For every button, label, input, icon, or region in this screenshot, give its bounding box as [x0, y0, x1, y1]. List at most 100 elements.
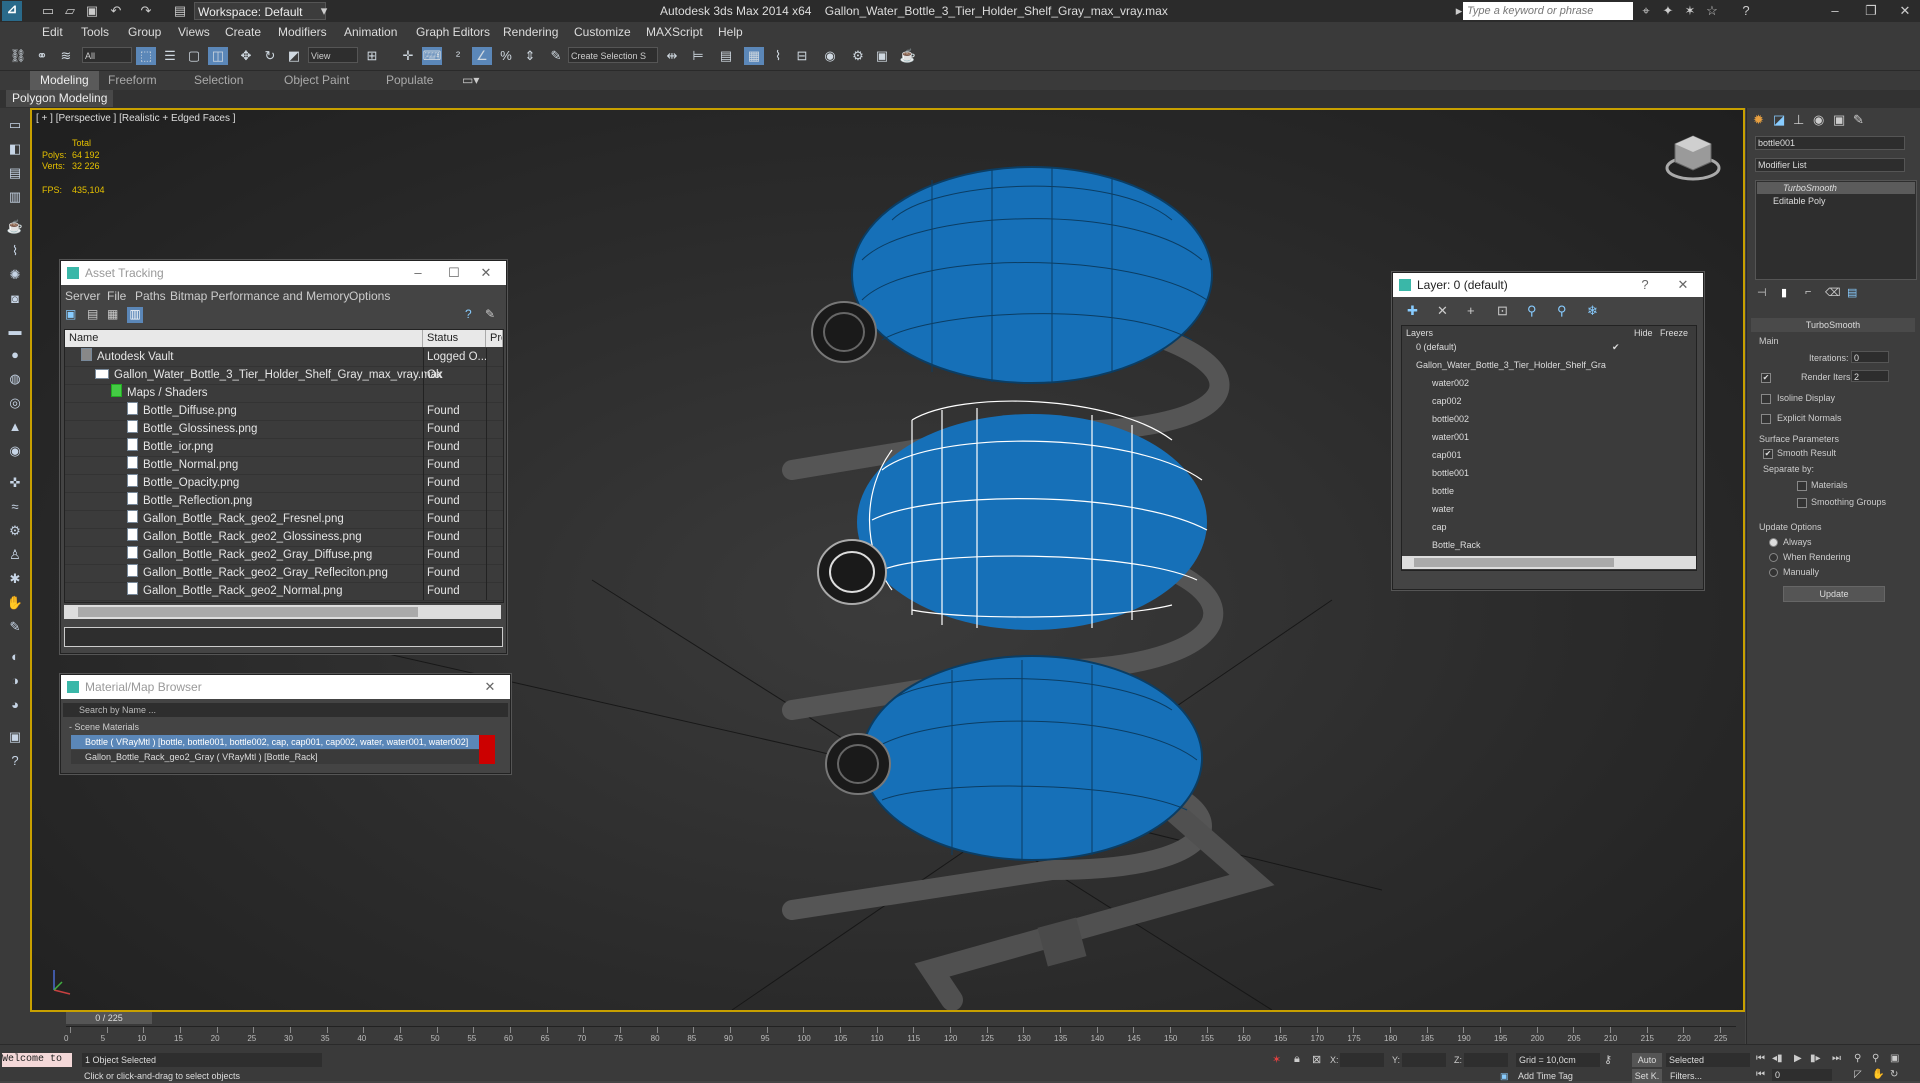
rotate-icon[interactable]: ↻: [260, 47, 280, 65]
torus-icon[interactable]: ◎: [6, 394, 24, 412]
help-icon[interactable]: ?: [465, 307, 472, 321]
material-editor-icon[interactable]: ◉: [820, 47, 840, 65]
layers-icon[interactable]: ▥: [6, 188, 24, 206]
render-production-icon[interactable]: ☕: [898, 47, 918, 65]
schematic-view-icon[interactable]: ⊟: [792, 47, 812, 65]
menu-modifiers[interactable]: Modifiers: [278, 25, 327, 39]
menu-maxscript[interactable]: MAXScript: [646, 25, 703, 39]
bind-space-warp-icon[interactable]: ≋: [56, 47, 76, 65]
field-of-view-icon[interactable]: ◸: [1854, 1069, 1862, 1080]
set-key-button[interactable]: Set K.: [1632, 1069, 1662, 1083]
table-row[interactable]: Gallon_Bottle_Rack_geo2_Normal.png Found: [65, 582, 503, 601]
shapes-icon[interactable]: ⌇: [6, 242, 24, 260]
pivot-center-icon[interactable]: ⊞: [362, 47, 382, 65]
isolate-icon[interactable]: ✶: [1272, 1053, 1281, 1066]
material-search-input[interactable]: Search by Name ...: [63, 703, 508, 717]
object-name-field[interactable]: bottle001: [1755, 136, 1905, 150]
select-manipulate-icon[interactable]: ✛: [398, 47, 418, 65]
percent-snap-icon[interactable]: %: [496, 47, 516, 65]
current-frame-field[interactable]: 0: [1772, 1069, 1832, 1081]
column-name[interactable]: Name: [65, 330, 423, 347]
lock-icon[interactable]: 🔒︎: [1294, 1053, 1300, 1066]
workspace-dropdown[interactable]: Workspace: Default: [194, 2, 326, 20]
select-object-icon[interactable]: ⬚: [136, 47, 156, 65]
selection-filter-dropdown[interactable]: All: [82, 47, 132, 63]
viewport-icon[interactable]: ▭: [6, 116, 24, 134]
helper-icon[interactable]: ✜: [6, 474, 24, 492]
undo-icon[interactable]: ↶: [108, 3, 124, 19]
menu-options[interactable]: Options: [349, 289, 390, 303]
table-row[interactable]: Gallon_Bottle_Rack_geo2_Gray_Diffuse.png…: [65, 546, 503, 565]
tab-object-paint[interactable]: Object Paint: [274, 71, 359, 90]
camera-icon[interactable]: ◙: [6, 290, 24, 308]
z-coordinate-field[interactable]: [1464, 1053, 1508, 1067]
time-slider[interactable]: 0 / 225: [66, 1012, 152, 1024]
box-icon[interactable]: ▬: [6, 322, 24, 340]
layer-row[interactable]: bottle002: [1402, 410, 1696, 428]
layer-row[interactable]: Gallon_Water_Bottle_3_Tier_Holder_Shelf_…: [1402, 356, 1696, 374]
create-tab-icon[interactable]: ✹: [1753, 112, 1764, 128]
geosphere-icon[interactable]: ◉: [6, 442, 24, 460]
close-button[interactable]: ✕: [476, 675, 504, 699]
edit-named-selection-icon[interactable]: ✎: [546, 47, 566, 65]
select-by-name-icon[interactable]: ☰: [160, 47, 180, 65]
delete-layer-icon[interactable]: ✕: [1437, 303, 1448, 319]
named-selection-dropdown[interactable]: Create Selection S: [568, 47, 658, 63]
redo-icon[interactable]: ↷: [138, 3, 154, 19]
snaps-toggle-icon[interactable]: ²: [448, 47, 468, 65]
minimize-button[interactable]: –: [404, 261, 432, 285]
utilities-tab-icon[interactable]: ✎: [1853, 112, 1864, 128]
mirror-icon[interactable]: ⇹: [662, 47, 682, 65]
play-icon[interactable]: ▶: [1794, 1053, 1802, 1064]
display-tab-icon[interactable]: ▣: [1833, 112, 1845, 128]
table-row[interactable]: Bottle_Opacity.png Found: [65, 474, 503, 493]
angle-snap-icon[interactable]: ∠: [472, 47, 492, 65]
cone-icon[interactable]: ▲: [6, 418, 24, 436]
menu-paths[interactable]: Paths: [135, 289, 166, 303]
next-frame-icon[interactable]: ▮▸: [1810, 1053, 1821, 1064]
orbit-icon[interactable]: ↻: [1890, 1069, 1898, 1080]
layer-row[interactable]: cap: [1402, 518, 1696, 536]
smooth-result-checkbox[interactable]: ✔: [1763, 449, 1773, 459]
menu-help[interactable]: Help: [718, 25, 743, 39]
render-sphere-icon[interactable]: ◐: [6, 648, 24, 666]
table-row[interactable]: Gallon_Bottle_Rack_geo2_Fresnel.png Found: [65, 510, 503, 529]
pin-stack-icon[interactable]: ⊣: [1757, 286, 1767, 299]
ribbon-options-icon[interactable]: ▭▾: [452, 71, 489, 90]
maxscript-listener[interactable]: Welcome to: [2, 1053, 72, 1067]
maximize-button[interactable]: ❐: [1856, 3, 1886, 19]
hierarchy-tab-icon[interactable]: ⊥: [1793, 112, 1804, 128]
help-icon[interactable]: ?: [1738, 3, 1754, 19]
render-iters-checkbox[interactable]: ✔: [1761, 373, 1771, 383]
asset-path-field[interactable]: [64, 627, 503, 647]
add-to-layer-icon[interactable]: +: [1467, 303, 1475, 318]
list-view-icon[interactable]: ▤: [87, 307, 98, 321]
layer-row[interactable]: bottle: [1402, 482, 1696, 500]
minimize-button[interactable]: –: [1820, 3, 1850, 19]
close-button[interactable]: ✕: [1890, 3, 1920, 19]
container-icon[interactable]: ▣: [6, 728, 24, 746]
menu-file[interactable]: File: [107, 289, 126, 303]
layer-horizontal-scrollbar[interactable]: [1402, 556, 1696, 569]
material-item-bottle[interactable]: Bottle ( VRayMtl ) [bottle, bottle001, b…: [71, 735, 495, 749]
table-row[interactable]: Gallon_Bottle_Rack_geo2_Gray_Refleciton.…: [65, 564, 503, 583]
table-row[interactable]: Bottle_Diffuse.png Found: [65, 402, 503, 421]
table-row[interactable]: Autodesk Vault Logged O...: [65, 348, 503, 367]
info-icon[interactable]: ?: [6, 752, 24, 770]
layer-row[interactable]: water002: [1402, 374, 1696, 392]
always-radio[interactable]: [1769, 538, 1778, 547]
binoculars-icon[interactable]: ⌖: [1638, 3, 1654, 19]
when-rendering-radio[interactable]: [1769, 553, 1778, 562]
app-logo-icon[interactable]: ⊿: [2, 1, 22, 21]
stack-item-editable-poly[interactable]: Editable Poly: [1757, 195, 1915, 207]
layer-manager-icon[interactable]: ▤: [716, 47, 736, 65]
cylinder-icon[interactable]: ◍: [6, 370, 24, 388]
menu-edit[interactable]: Edit: [42, 25, 63, 39]
chevron-down-icon[interactable]: ▾: [316, 3, 332, 19]
make-unique-icon[interactable]: ⌐: [1805, 286, 1811, 298]
scrollbar-thumb[interactable]: [1414, 558, 1614, 567]
subscription-icon[interactable]: ✦: [1660, 3, 1676, 19]
light-icon[interactable]: ✺: [6, 266, 24, 284]
isoline-display-checkbox[interactable]: [1761, 394, 1771, 404]
table-row[interactable]: Maps / Shaders: [65, 384, 503, 403]
